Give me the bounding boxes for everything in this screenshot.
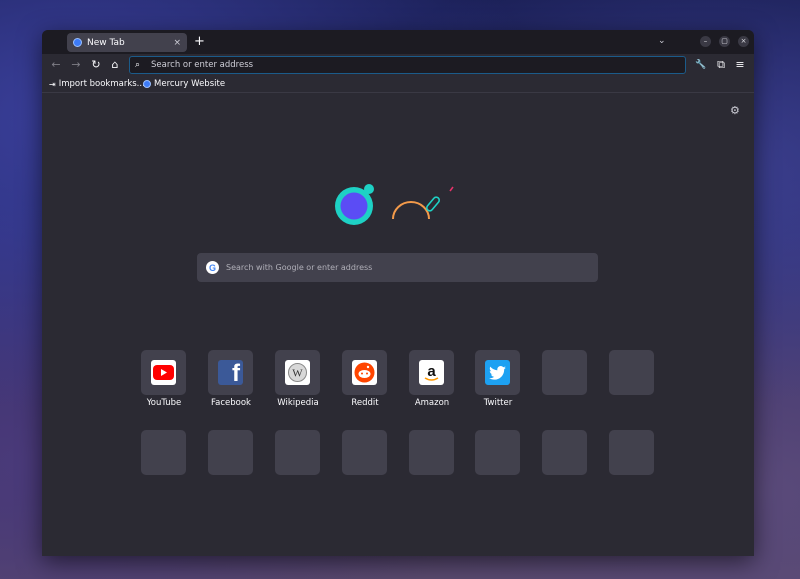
shortcut-label: Facebook bbox=[211, 398, 251, 408]
bookmarks-toolbar: ⇥ Import bookmarks... Mercury Website bbox=[42, 77, 754, 93]
svg-text:W: W bbox=[292, 368, 303, 380]
empty-shortcut-tile[interactable] bbox=[141, 430, 186, 475]
maximize-button[interactable]: ▢ bbox=[719, 36, 730, 47]
settings-gear-icon[interactable]: ⚙ bbox=[730, 104, 740, 117]
forward-button[interactable]: → bbox=[69, 58, 83, 72]
shortcut-label: Wikipedia bbox=[277, 398, 319, 408]
search-placeholder: Search with Google or enter address bbox=[226, 263, 373, 272]
extensions-button[interactable]: ⧉ bbox=[714, 58, 728, 72]
youtube-icon bbox=[151, 360, 176, 385]
new-tab-button[interactable]: + bbox=[194, 34, 205, 50]
twitter-icon bbox=[485, 360, 510, 385]
bookmark-label: Mercury Website bbox=[154, 79, 226, 89]
mercury-logo bbox=[335, 184, 454, 225]
svg-text:a: a bbox=[427, 363, 436, 380]
list-all-tabs-button[interactable]: ⌄ bbox=[658, 36, 666, 46]
facebook-icon: f bbox=[218, 360, 243, 385]
empty-shortcut-tile[interactable] bbox=[609, 430, 654, 475]
empty-shortcut-tile[interactable] bbox=[208, 430, 253, 475]
new-tab-page: ⚙ G Search with Google or enter address … bbox=[42, 93, 754, 556]
menu-button[interactable]: ≡ bbox=[733, 58, 747, 72]
reload-button[interactable]: ↻ bbox=[89, 58, 103, 72]
bookmark-mercury-website[interactable]: Mercury Website bbox=[143, 79, 225, 89]
tab-close-button[interactable]: × bbox=[173, 38, 181, 48]
shortcut-facebook[interactable]: f bbox=[208, 350, 253, 395]
shortcut-wikipedia[interactable]: W bbox=[275, 350, 320, 395]
mercury-favicon-icon bbox=[73, 38, 82, 47]
tab-bar: New Tab × + ⌄ – ▢ × bbox=[42, 30, 754, 54]
empty-shortcut-tile[interactable] bbox=[409, 430, 454, 475]
shortcut-reddit[interactable] bbox=[342, 350, 387, 395]
shortcut-youtube[interactable] bbox=[141, 350, 186, 395]
url-input[interactable] bbox=[151, 60, 685, 70]
navigation-toolbar: ← → ↻ ⌂ ⌕ 🔧 ⧉ ≡ bbox=[42, 54, 754, 77]
empty-shortcut-tile[interactable] bbox=[609, 350, 654, 395]
empty-shortcut-tile[interactable] bbox=[542, 350, 587, 395]
reddit-icon bbox=[352, 360, 377, 385]
shortcut-label: Reddit bbox=[351, 398, 379, 408]
search-icon: ⌕ bbox=[135, 60, 141, 70]
tab-new-tab[interactable]: New Tab × bbox=[67, 33, 187, 52]
google-icon: G bbox=[206, 261, 219, 274]
bookmark-import[interactable]: ⇥ Import bookmarks... bbox=[49, 79, 145, 89]
home-button[interactable]: ⌂ bbox=[108, 58, 122, 72]
close-window-button[interactable]: × bbox=[738, 36, 749, 47]
back-button[interactable]: ← bbox=[49, 58, 63, 72]
empty-shortcut-tile[interactable] bbox=[475, 430, 520, 475]
shortcut-label: Amazon bbox=[414, 398, 450, 408]
shortcut-twitter[interactable] bbox=[475, 350, 520, 395]
import-icon: ⇥ bbox=[49, 79, 56, 89]
mercury-globe-icon bbox=[143, 80, 151, 88]
shortcut-label: Twitter bbox=[483, 398, 513, 408]
wikipedia-icon: W bbox=[285, 360, 310, 385]
url-bar[interactable]: ⌕ bbox=[129, 56, 686, 74]
amazon-icon: a bbox=[419, 360, 444, 385]
google-search-box[interactable]: G Search with Google or enter address bbox=[197, 253, 598, 282]
shortcut-label: YouTube bbox=[146, 398, 182, 408]
shortcut-amazon[interactable]: a bbox=[409, 350, 454, 395]
browser-window: New Tab × + ⌄ – ▢ × ← → ↻ ⌂ ⌕ 🔧 ⧉ ≡ ⇥ Im… bbox=[42, 30, 754, 556]
bookmark-label: Import bookmarks... bbox=[58, 79, 145, 89]
minimize-button[interactable]: – bbox=[700, 36, 711, 47]
empty-shortcut-tile[interactable] bbox=[275, 430, 320, 475]
empty-shortcut-tile[interactable] bbox=[542, 430, 587, 475]
wrench-icon[interactable]: 🔧 bbox=[694, 58, 708, 72]
tab-title: New Tab bbox=[87, 37, 125, 48]
empty-shortcut-tile[interactable] bbox=[342, 430, 387, 475]
